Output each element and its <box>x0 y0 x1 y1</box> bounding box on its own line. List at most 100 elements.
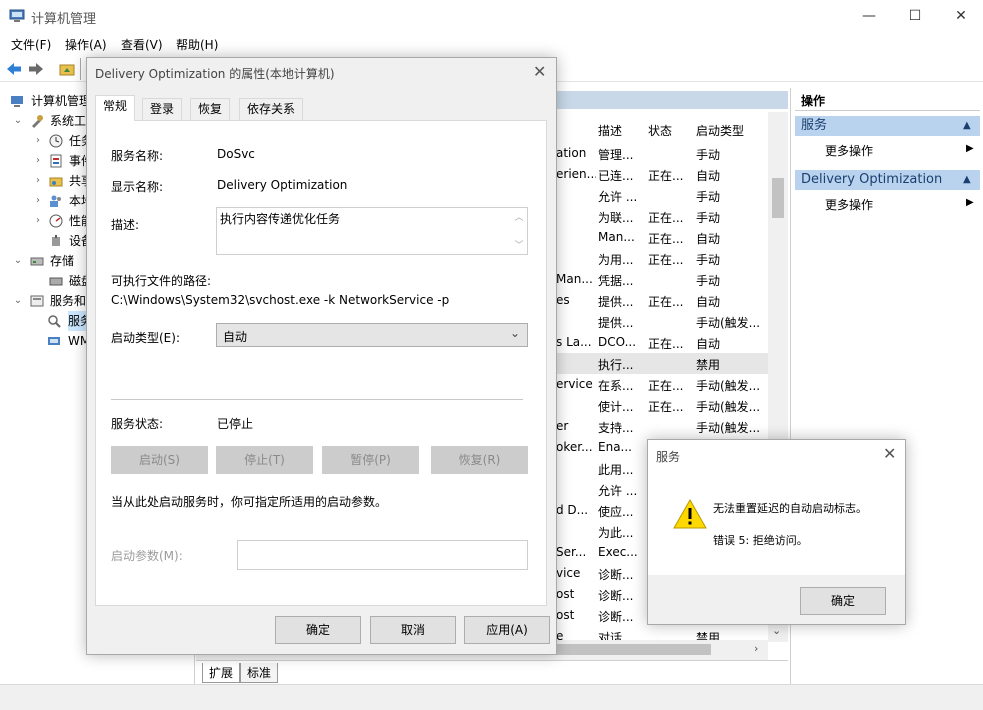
start-button[interactable]: 启动(S) <box>111 446 208 474</box>
cell-name: ost <box>556 608 575 622</box>
disk-icon <box>49 277 63 286</box>
cell-status: 正在... <box>648 169 684 183</box>
description-box[interactable]: 执行内容传递优化任务 ︿ ﹀ <box>216 207 528 255</box>
forward-arrow-icon[interactable] <box>27 60 45 78</box>
display-name-label: 显示名称: <box>111 180 164 194</box>
description-label: 描述: <box>111 218 140 232</box>
description-text: 执行内容传递优化任务 <box>220 212 341 226</box>
cell-startup-type: 手动 <box>696 190 721 204</box>
service-name-value: DoSvc <box>217 147 255 161</box>
cell-startup-type: 手动(触发... <box>696 379 761 393</box>
tab-dependencies[interactable]: 依存关系 <box>239 98 304 120</box>
cell-description: 诊断... <box>598 589 634 603</box>
cell-description: 凭据... <box>598 274 634 288</box>
tab-recovery[interactable]: 恢复 <box>190 98 231 120</box>
collapse-icon[interactable]: ▲ <box>963 170 971 190</box>
shared-folder-icon <box>49 177 63 187</box>
menu-view[interactable]: 查看(V) <box>121 36 163 53</box>
cell-name: Man... <box>556 272 593 286</box>
menu-file[interactable]: 文件(F) <box>11 36 51 53</box>
window-title: 计算机管理 <box>31 12 97 27</box>
menu-bar: 文件(F) 操作(A) 查看(V) 帮助(H) <box>0 32 983 54</box>
tab-logon[interactable]: 登录 <box>142 98 183 120</box>
scroll-down-icon[interactable]: ﹀ <box>511 238 527 251</box>
error-message-line1: 无法重置延迟的自动启动标志。 <box>713 502 867 515</box>
tab-general[interactable]: 常规 <box>95 95 136 121</box>
dialog-close-icon[interactable]: ✕ <box>533 62 546 81</box>
wmi-icon <box>48 337 60 345</box>
cell-description: 执行... <box>598 358 634 372</box>
back-arrow-icon[interactable] <box>5 60 23 78</box>
resume-button[interactable]: 恢复(R) <box>431 446 528 474</box>
performance-icon <box>49 214 63 228</box>
start-params-input[interactable] <box>237 540 528 570</box>
chevron-right-icon[interactable]: › <box>32 171 44 191</box>
chevron-down-icon[interactable]: ⌄ <box>12 111 24 131</box>
description-scrollbar[interactable]: ︿ ﹀ <box>511 208 527 254</box>
tab-extended[interactable]: 扩展 <box>202 663 241 683</box>
scroll-right-icon[interactable]: › <box>754 642 758 655</box>
tab-standard[interactable]: 标准 <box>240 663 279 683</box>
users-icon <box>50 195 61 207</box>
cell-description: 提供... <box>598 295 634 309</box>
menu-help[interactable]: 帮助(H) <box>176 36 218 53</box>
bottom-tabs: 扩展 标准 <box>196 660 788 684</box>
close-button[interactable]: ✕ <box>938 0 983 32</box>
stop-button[interactable]: 停止(T) <box>216 446 313 474</box>
cancel-button[interactable]: 取消 <box>370 616 456 644</box>
tools-icon <box>32 115 43 128</box>
chevron-right-icon[interactable]: › <box>32 151 44 171</box>
cell-name: er <box>556 419 569 433</box>
startup-type-select[interactable]: 自动 ⌄ <box>216 323 528 347</box>
chevron-down-icon[interactable]: ⌄ <box>12 291 24 311</box>
cell-startup-type: 手动(触发... <box>696 400 761 414</box>
chevron-right-icon[interactable]: › <box>32 211 44 231</box>
storage-icon <box>30 257 44 266</box>
column-status[interactable]: 状态 <box>648 122 672 139</box>
chevron-down-icon[interactable]: ⌄ <box>12 251 24 271</box>
warning-icon <box>673 498 707 529</box>
cell-startup-type: 自动 <box>696 169 721 183</box>
maximize-button[interactable]: ☐ <box>892 0 938 32</box>
cell-status: 正在... <box>648 253 684 267</box>
pause-button[interactable]: 暂停(P) <box>322 446 419 474</box>
cell-name: s La... <box>556 335 592 349</box>
error-message-box: 服务 ✕ 无法重置延迟的自动启动标志。 错误 5: 拒绝访问。 确定 <box>647 439 906 625</box>
minimize-button[interactable]: — <box>846 0 892 32</box>
column-description[interactable]: 描述 <box>598 122 622 139</box>
ok-button[interactable]: 确定 <box>275 616 361 644</box>
msgbox-close-icon[interactable]: ✕ <box>883 444 896 463</box>
status-bar <box>0 684 983 710</box>
more-actions-link[interactable]: 更多操作 <box>825 142 873 159</box>
scroll-up-icon[interactable]: ︿ <box>511 210 527 223</box>
clock-icon <box>49 134 63 148</box>
actions-section-delivery-optimization[interactable]: Delivery Optimization ▲ <box>795 170 980 190</box>
cell-description: 已连... <box>598 169 634 183</box>
event-viewer-icon <box>50 154 62 168</box>
cell-status: 正在... <box>648 211 684 225</box>
scroll-thumb[interactable] <box>772 178 784 218</box>
chevron-right-icon[interactable]: › <box>32 131 44 151</box>
collapse-icon[interactable]: ▲ <box>963 116 971 136</box>
scroll-down-icon[interactable]: ⌄ <box>772 624 781 637</box>
cell-name: Ser... <box>556 545 587 559</box>
folder-up-icon[interactable] <box>58 60 76 78</box>
actions-section-services[interactable]: 服务 ▲ <box>795 116 980 136</box>
msgbox-ok-button[interactable]: 确定 <box>800 587 886 615</box>
column-startup-type[interactable]: 启动类型 <box>696 122 744 139</box>
menu-action[interactable]: 操作(A) <box>65 36 107 53</box>
cell-description: 允许 ... <box>598 190 638 204</box>
cell-description: 使计... <box>598 400 634 414</box>
cell-description: 管理... <box>598 148 634 162</box>
error-message-line2: 错误 5: 拒绝访问。 <box>713 534 808 547</box>
cell-startup-type: 手动(触发... <box>696 421 761 435</box>
submenu-arrow-icon: ▶ <box>966 143 974 154</box>
cell-description: 诊断... <box>598 568 634 582</box>
more-actions-link[interactable]: 更多操作 <box>825 196 873 213</box>
apply-button[interactable]: 应用(A) <box>464 616 550 644</box>
start-params-hint: 当从此处启动服务时，你可指定所适用的启动参数。 <box>111 495 388 509</box>
chevron-right-icon[interactable]: › <box>32 191 44 211</box>
device-manager-icon <box>52 235 60 246</box>
cell-name: d D... <box>556 503 589 517</box>
cell-startup-type: 自动 <box>696 232 721 246</box>
